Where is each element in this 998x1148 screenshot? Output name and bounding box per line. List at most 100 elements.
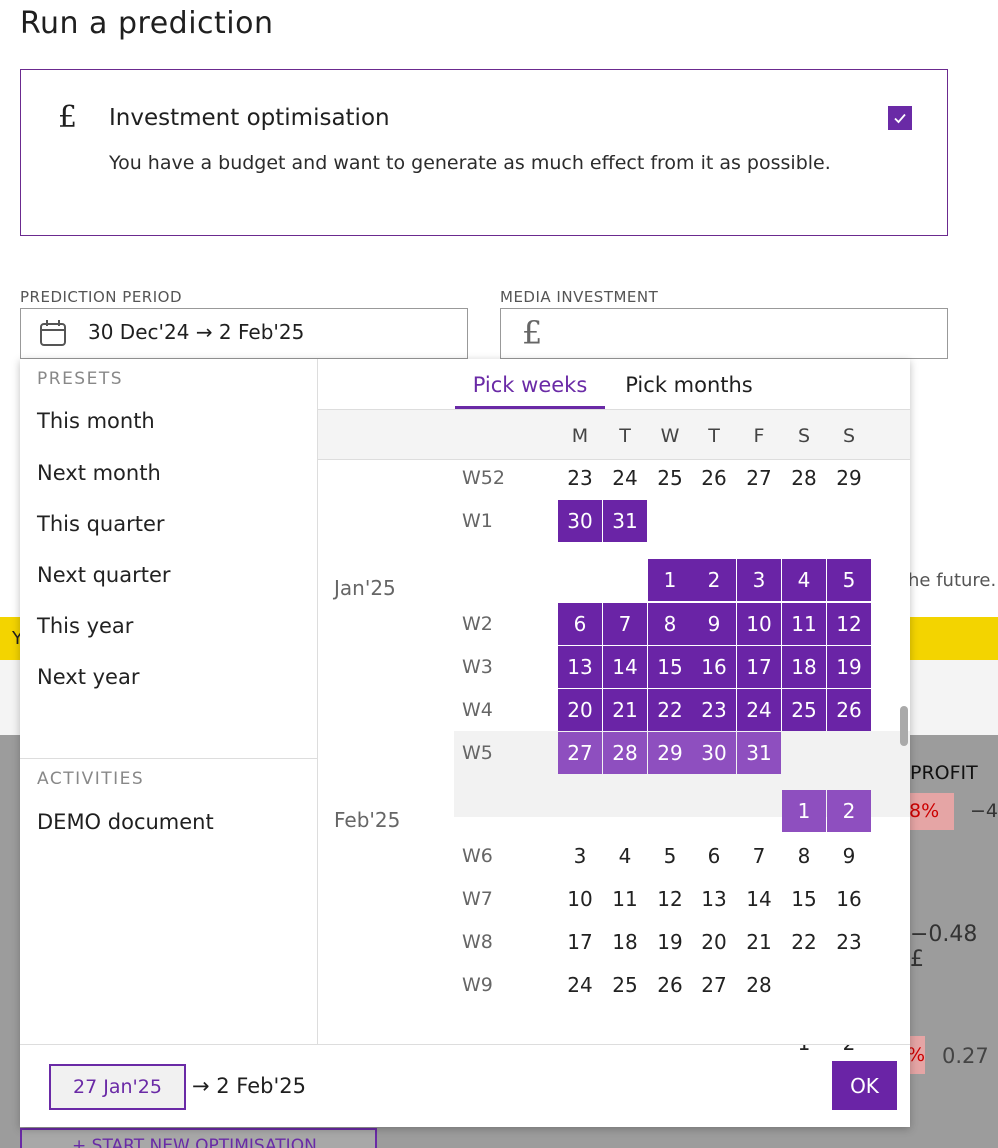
calendar-day[interactable]: 17 [558, 921, 602, 963]
calendar-day[interactable]: 6 [692, 835, 736, 877]
calendar-day[interactable]: 25 [603, 964, 647, 1006]
calendar-day[interactable]: 16 [827, 878, 871, 920]
calendar-day[interactable]: 29 [648, 732, 692, 774]
calendar-day[interactable]: 25 [648, 457, 692, 499]
week-label[interactable]: W9 [462, 974, 493, 996]
calendar-day[interactable]: 3 [737, 559, 781, 601]
calendar-day[interactable]: 18 [603, 921, 647, 963]
calendar-day[interactable]: 21 [603, 689, 647, 731]
calendar-day[interactable]: 19 [648, 921, 692, 963]
calendar-day[interactable]: 15 [648, 646, 692, 688]
calendar-day[interactable]: 6 [558, 603, 602, 645]
tab-pick-weeks[interactable]: Pick weeks [455, 359, 605, 409]
start-date-box[interactable]: 27 Jan'25 [49, 1064, 186, 1110]
week-label[interactable]: W5 [462, 742, 493, 764]
week-label[interactable]: W2 [462, 613, 493, 635]
page-title: Run a prediction [20, 6, 274, 41]
calendar-day[interactable]: 7 [737, 835, 781, 877]
calendar-day[interactable]: 31 [603, 500, 647, 542]
calendar-day[interactable]: 26 [648, 964, 692, 1006]
calendar-day[interactable]: 17 [737, 646, 781, 688]
calendar-day[interactable]: 22 [782, 921, 826, 963]
preset-next-year[interactable]: Next year [37, 665, 139, 689]
week-label[interactable]: W4 [462, 699, 493, 721]
calendar-day[interactable]: 2 [827, 790, 871, 832]
calendar-day[interactable]: 4 [782, 559, 826, 601]
calendar-day[interactable]: 8 [648, 603, 692, 645]
calendar-day[interactable]: 14 [737, 878, 781, 920]
calendar-day[interactable]: 7 [603, 603, 647, 645]
preset-this-month[interactable]: This month [37, 409, 155, 433]
calendar-day[interactable]: 25 [782, 689, 826, 731]
calendar-day[interactable]: 22 [648, 689, 692, 731]
preset-this-quarter[interactable]: This quarter [37, 512, 165, 536]
prediction-period-value: 30 Dec'24 → 2 Feb'25 [88, 320, 305, 344]
preset-next-month[interactable]: Next month [37, 461, 161, 485]
calendar-day[interactable]: 11 [782, 603, 826, 645]
calendar-day[interactable]: 31 [737, 732, 781, 774]
calendar-day[interactable]: 30 [692, 732, 736, 774]
calendar-day[interactable]: 1 [648, 559, 692, 601]
calendar-day[interactable]: 9 [692, 603, 736, 645]
calendar-day[interactable]: 8 [782, 835, 826, 877]
calendar-day[interactable]: 29 [827, 457, 871, 499]
card-checkbox[interactable] [888, 106, 912, 130]
calendar-day[interactable]: 23 [692, 689, 736, 731]
week-label[interactable]: W8 [462, 931, 493, 953]
calendar-day[interactable]: 23 [827, 921, 871, 963]
calendar-day[interactable]: 1 [782, 790, 826, 832]
week-label[interactable]: W1 [462, 510, 493, 532]
calendar-day[interactable]: 15 [782, 878, 826, 920]
calendar-day[interactable]: 13 [558, 646, 602, 688]
ok-button[interactable]: OK [832, 1061, 897, 1110]
calendar-day[interactable]: 24 [558, 964, 602, 1006]
calendar-day[interactable]: 12 [648, 878, 692, 920]
scrollbar[interactable] [900, 706, 908, 746]
calendar-day[interactable]: 28 [603, 732, 647, 774]
profit-value: −4 [970, 800, 998, 822]
calendar-day[interactable]: 9 [827, 835, 871, 877]
calendar-day[interactable]: 5 [827, 559, 871, 601]
calendar-day[interactable]: 20 [692, 921, 736, 963]
calendar-day[interactable]: 26 [827, 689, 871, 731]
calendar-day[interactable]: 24 [737, 689, 781, 731]
start-new-optimisation-button[interactable]: + START NEW OPTIMISATION [20, 1128, 377, 1148]
calendar-day[interactable]: 10 [737, 603, 781, 645]
calendar-day[interactable]: 20 [558, 689, 602, 731]
calendar-day[interactable]: 4 [603, 835, 647, 877]
calendar-day[interactable]: 10 [558, 878, 602, 920]
week-label[interactable]: W6 [462, 845, 493, 867]
week-label[interactable]: W3 [462, 656, 493, 678]
calendar-day[interactable]: 14 [603, 646, 647, 688]
calendar-day[interactable]: 16 [692, 646, 736, 688]
calendar-day[interactable]: 28 [782, 457, 826, 499]
preset-this-year[interactable]: This year [37, 614, 133, 638]
activity-item[interactable]: DEMO document [37, 810, 214, 834]
calendar-day[interactable]: 27 [737, 457, 781, 499]
calendar-day[interactable]: 11 [603, 878, 647, 920]
calendar-day[interactable]: 28 [737, 964, 781, 1006]
calendar-day[interactable]: 27 [692, 964, 736, 1006]
calendar-day[interactable]: 5 [648, 835, 692, 877]
calendar-day[interactable]: 18 [782, 646, 826, 688]
week-label[interactable]: W7 [462, 888, 493, 910]
background-text: he future. [908, 570, 997, 591]
calendar-day[interactable]: 27 [558, 732, 602, 774]
profit-value: −0.48 £ [910, 922, 978, 972]
calendar-day[interactable]: 21 [737, 921, 781, 963]
preset-next-quarter[interactable]: Next quarter [37, 563, 171, 587]
calendar-day[interactable]: 3 [558, 835, 602, 877]
calendar-day[interactable]: 2 [692, 559, 736, 601]
calendar-day[interactable]: 12 [827, 603, 871, 645]
calendar-day[interactable]: 13 [692, 878, 736, 920]
calendar-day[interactable]: 19 [827, 646, 871, 688]
month-label: Jan'25 [334, 576, 396, 600]
media-investment-input[interactable] [500, 308, 948, 359]
calendar-day[interactable]: 30 [558, 500, 602, 542]
calendar-day[interactable]: 23 [558, 457, 602, 499]
divider [20, 758, 318, 759]
calendar-day[interactable]: 24 [603, 457, 647, 499]
calendar-day[interactable]: 26 [692, 457, 736, 499]
week-label[interactable]: W52 [462, 467, 505, 489]
tab-pick-months[interactable]: Pick months [605, 359, 773, 409]
